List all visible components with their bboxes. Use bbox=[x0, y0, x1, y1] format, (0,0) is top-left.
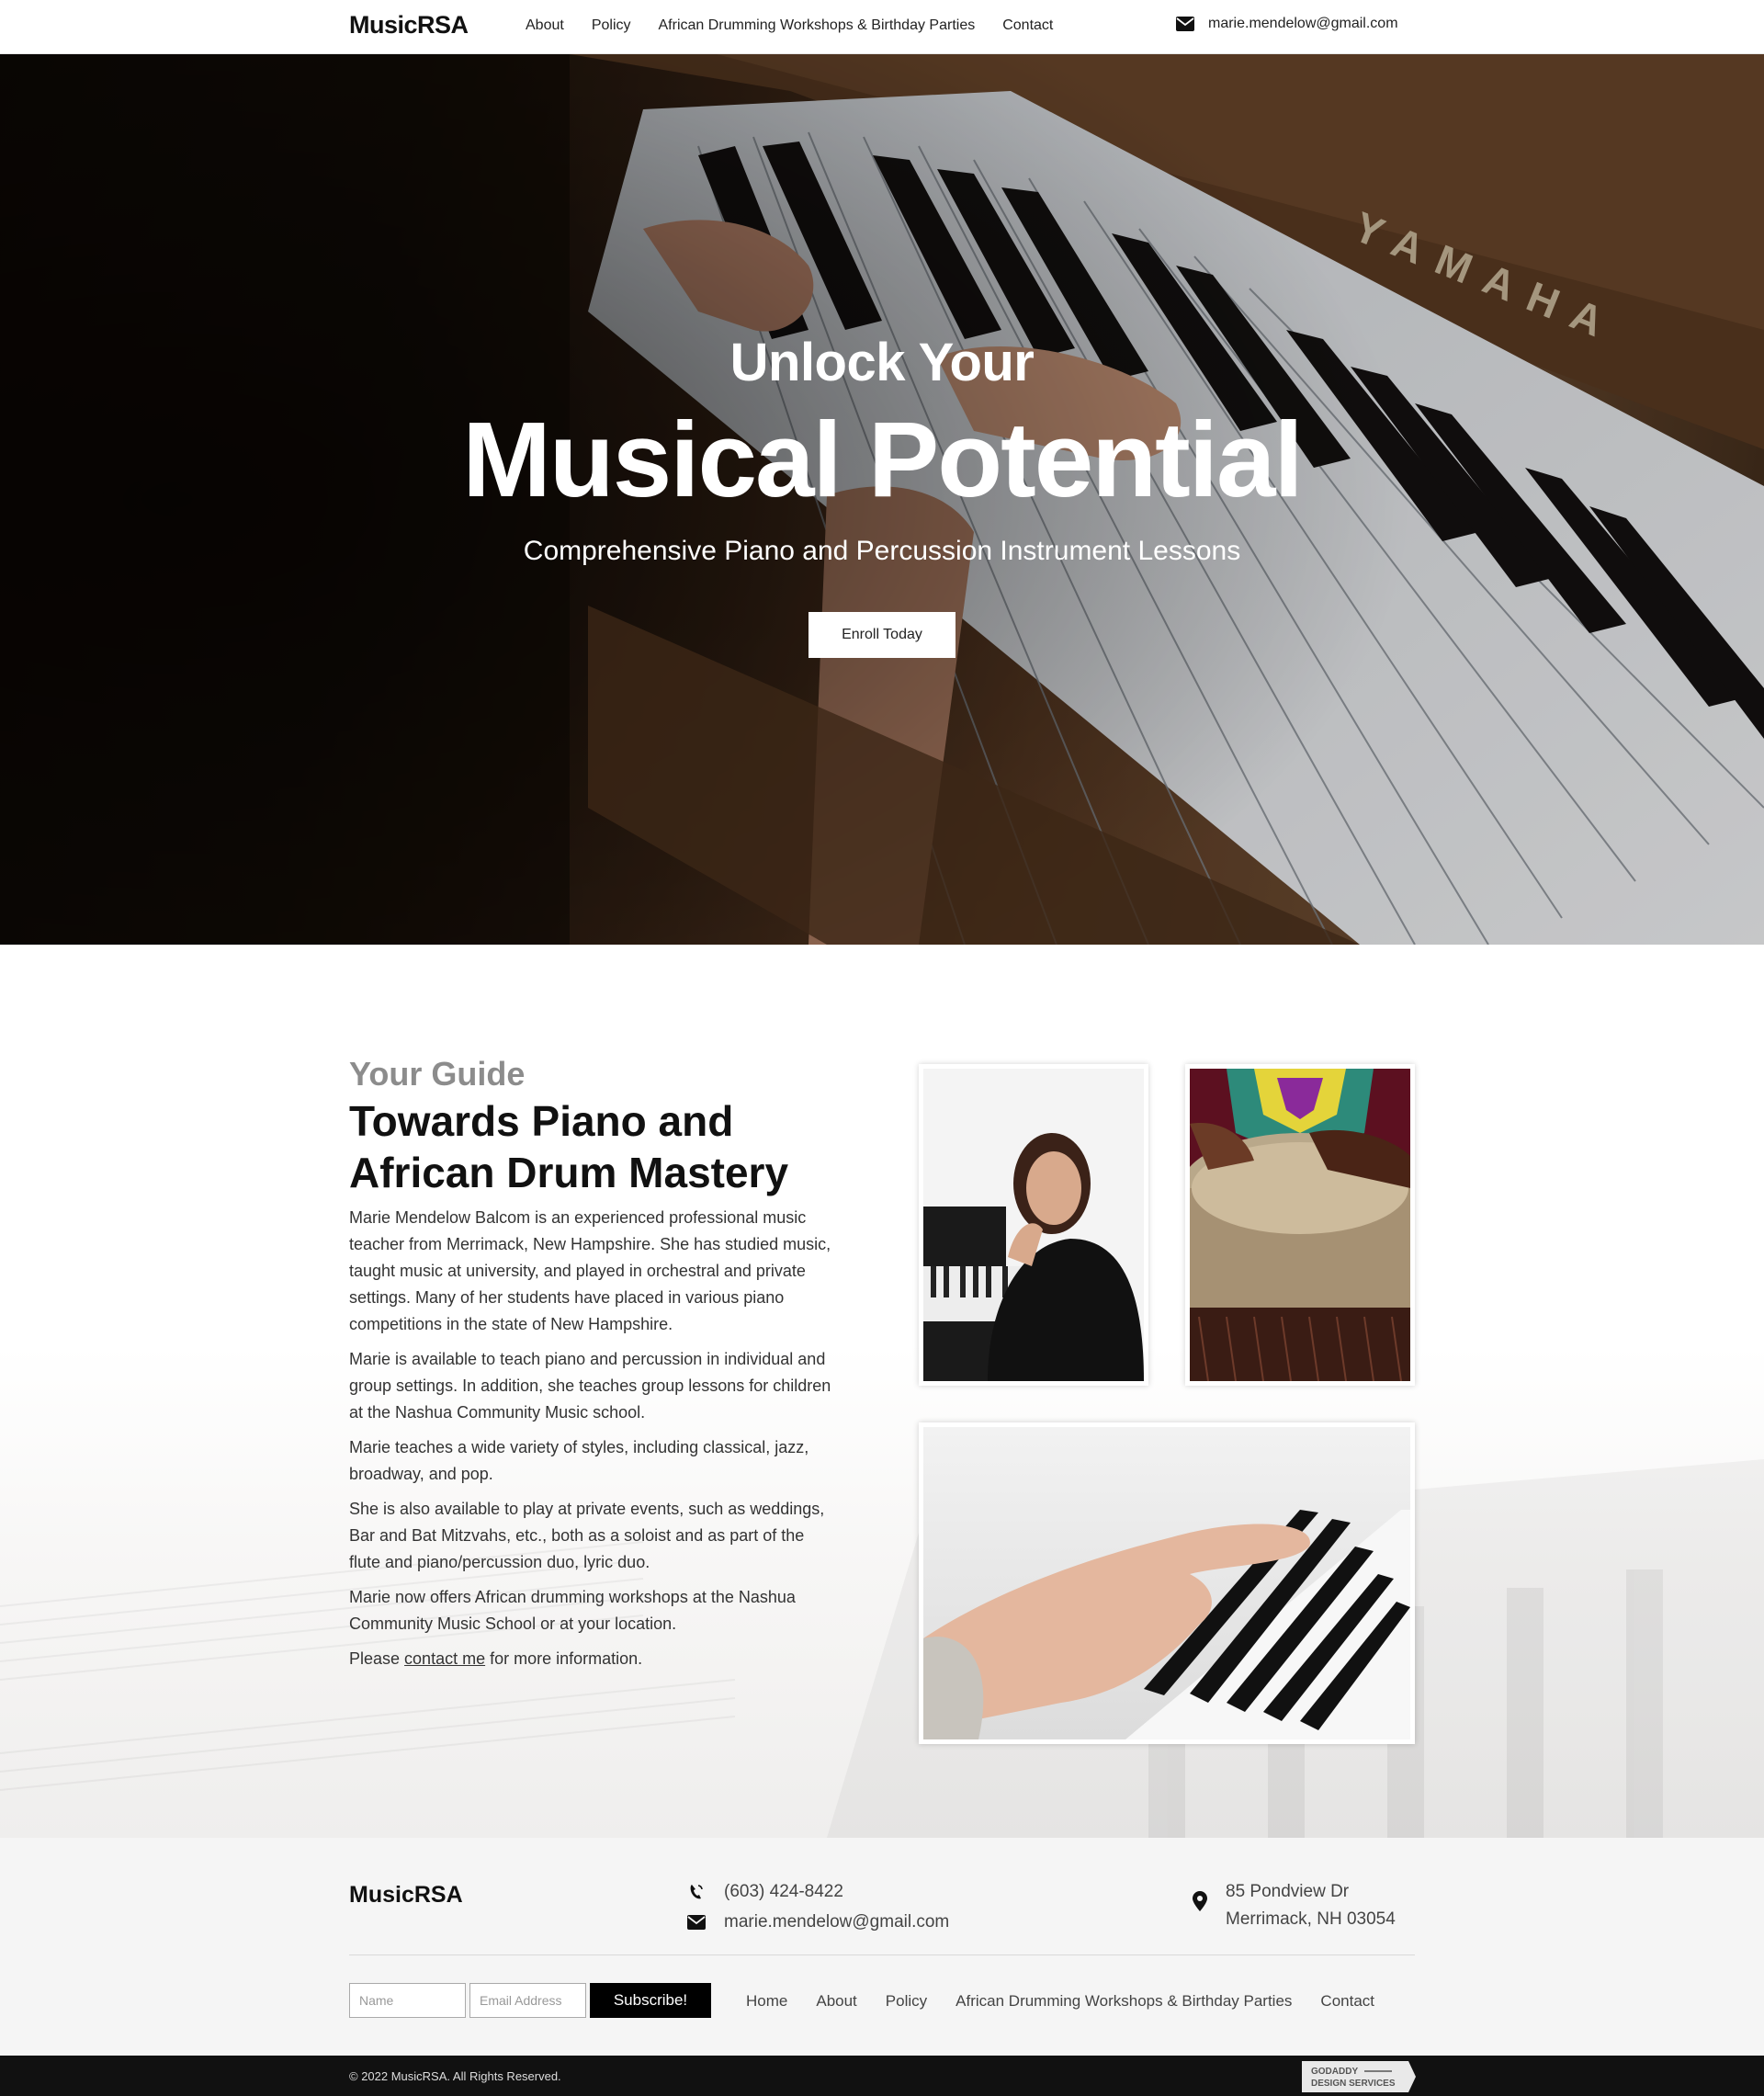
copyright-text: © 2022 MusicRSA. All Rights Reserved. bbox=[349, 2069, 561, 2083]
hero-subtitle: Comprehensive Piano and Percussion Instr… bbox=[523, 536, 1241, 566]
hand-on-piano-image bbox=[923, 1427, 1410, 1739]
location-pin-icon bbox=[1193, 1891, 1207, 1911]
background-sheet-music-image bbox=[0, 1459, 1764, 1838]
footer-logo[interactable]: MusicRSA bbox=[349, 1882, 463, 1909]
enroll-today-button[interactable]: Enroll Today bbox=[808, 612, 956, 658]
site-logo[interactable]: MusicRSA bbox=[349, 11, 469, 40]
contact-suffix: for more information. bbox=[485, 1649, 643, 1668]
nav-item-about[interactable]: About bbox=[526, 17, 564, 34]
about-paragraph: Marie teaches a wide variety of styles, … bbox=[349, 1438, 809, 1483]
about-text: Marie Mendelow Balcom is an experienced … bbox=[349, 1205, 836, 1681]
about-paragraph: Marie is available to teach piano and pe… bbox=[349, 1350, 831, 1422]
address-line-1: 85 Pondview Dr bbox=[1226, 1882, 1350, 1901]
hero-section: YAMAHA Unlock Your Musical Potential Com… bbox=[0, 54, 1764, 945]
footer-email-text: marie.mendelow@gmail.com bbox=[724, 1911, 950, 1932]
section-eyebrow: Your Guide bbox=[349, 1055, 526, 1093]
subscribe-button[interactable]: Subscribe! bbox=[590, 1983, 711, 2018]
address-line-2: Merrimack, NH 03054 bbox=[1226, 1909, 1396, 1929]
copyright-bar: © 2022 MusicRSA. All Rights Reserved. GO… bbox=[0, 2056, 1764, 2096]
name-input[interactable] bbox=[349, 1983, 466, 2018]
godaddy-design-services-badge[interactable]: GODADDY DESIGN SERVICES bbox=[1302, 2061, 1416, 2092]
teacher-portrait-photo bbox=[919, 1064, 1148, 1386]
nav-email-link[interactable]: marie.mendelow@gmail.com bbox=[1176, 16, 1398, 32]
badge-line-1: GODADDY bbox=[1311, 2067, 1358, 2077]
subscribe-form: Subscribe! bbox=[349, 1983, 711, 2018]
envelope-icon bbox=[1176, 17, 1194, 31]
footer-nav-home[interactable]: Home bbox=[746, 1992, 787, 2011]
nav-item-african-drumming[interactable]: African Drumming Workshops & Birthday Pa… bbox=[659, 17, 976, 34]
footer-email[interactable]: marie.mendelow@gmail.com bbox=[687, 1907, 949, 1937]
site-footer: MusicRSA (603) 424-8422 marie.mendelow@g… bbox=[0, 1838, 1764, 2056]
djembe-drum-image bbox=[1190, 1069, 1410, 1381]
about-paragraph: Marie now offers African drumming worksh… bbox=[349, 1588, 796, 1633]
contact-prefix: Please bbox=[349, 1649, 405, 1668]
piano-hand-photo bbox=[919, 1422, 1415, 1744]
drum-photo bbox=[1185, 1064, 1415, 1386]
footer-nav-policy[interactable]: Policy bbox=[886, 1992, 927, 2011]
footer-nav-contact[interactable]: Contact bbox=[1320, 1992, 1374, 2011]
phone-icon bbox=[690, 1884, 703, 1898]
top-navigation: MusicRSA About Policy African Drumming W… bbox=[0, 0, 1764, 54]
footer-menu: Home About Policy African Drumming Works… bbox=[746, 1992, 1403, 2011]
about-section: Your Guide Towards Piano and African Dru… bbox=[0, 945, 1764, 1838]
footer-phone-text: (603) 424-8422 bbox=[724, 1881, 843, 1901]
about-paragraph-contact: Please contact me for more information. bbox=[349, 1646, 836, 1672]
about-paragraph: Marie Mendelow Balcom is an experienced … bbox=[349, 1208, 831, 1333]
badge-line-2: DESIGN SERVICES bbox=[1311, 2079, 1396, 2089]
footer-divider bbox=[349, 1954, 1415, 1955]
footer-nav-african-drumming[interactable]: African Drumming Workshops & Birthday Pa… bbox=[956, 1992, 1292, 2011]
email-address-input[interactable] bbox=[469, 1983, 586, 2018]
nav-email-text: marie.mendelow@gmail.com bbox=[1208, 16, 1398, 31]
contact-me-link[interactable]: contact me bbox=[404, 1649, 485, 1668]
footer-phone[interactable]: (603) 424-8422 bbox=[687, 1876, 949, 1907]
nav-item-contact[interactable]: Contact bbox=[1002, 17, 1053, 34]
footer-address: 85 Pondview Dr Merrimack, NH 03054 bbox=[1193, 1878, 1396, 1933]
nav-item-policy[interactable]: Policy bbox=[592, 17, 631, 34]
main-menu: About Policy African Drumming Workshops … bbox=[526, 17, 1080, 34]
footer-contact: (603) 424-8422 marie.mendelow@gmail.com bbox=[687, 1876, 949, 1937]
hero-heading-small: Unlock Your bbox=[729, 333, 1035, 392]
envelope-icon bbox=[687, 1914, 706, 1930]
teacher-portrait-image bbox=[923, 1069, 1144, 1381]
hero-heading-large: Musical Potential bbox=[462, 400, 1304, 519]
footer-nav-about[interactable]: About bbox=[816, 1992, 856, 2011]
about-paragraph: She is also available to play at private… bbox=[349, 1500, 825, 1571]
section-title: Towards Piano and African Drum Mastery bbox=[349, 1097, 789, 1196]
